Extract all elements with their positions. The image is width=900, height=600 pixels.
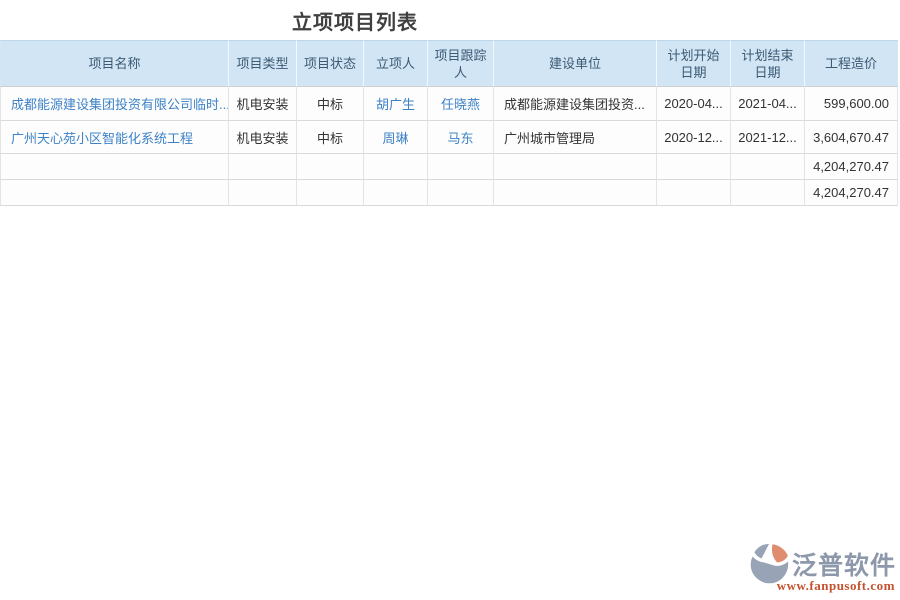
creator-link[interactable]: 胡广生 [376, 97, 415, 112]
col-header-project-cost: 工程造价 [805, 40, 898, 87]
summary-row: 4,204,270.47 [0, 154, 898, 180]
cell-project-name [0, 180, 229, 206]
project-list-table: 项目名称 项目类型 项目状态 立项人 项目跟踪人 建设单位 计划开始日期 计划结… [0, 40, 898, 206]
project-name-link[interactable]: 成都能源建设集团投资有限公司临时... [11, 97, 229, 112]
cell-project-cost: 3,604,670.47 [805, 121, 898, 154]
table-row: 成都能源建设集团投资有限公司临时... 机电安装 中标 胡广生 任晓燕 成都能源… [0, 87, 898, 121]
cell-project-name: 成都能源建设集团投资有限公司临时... [0, 87, 229, 121]
cell-plan-start: 2020-12... [657, 121, 731, 154]
col-header-project-name: 项目名称 [0, 40, 229, 87]
cell-plan-start [657, 180, 731, 206]
col-header-creator: 立项人 [364, 40, 428, 87]
cell-plan-end [731, 180, 805, 206]
cell-project-status [297, 154, 364, 180]
cell-build-unit [494, 154, 657, 180]
fanpu-watermark: 泛普软件 www.fanpusoft.com [748, 542, 896, 594]
cell-project-type: 机电安装 [229, 121, 297, 154]
cell-build-unit [494, 180, 657, 206]
col-header-build-unit: 建设单位 [494, 40, 657, 87]
cell-page-total: 4,204,270.47 [805, 154, 898, 180]
fanpu-brand-text: 泛普软件 [792, 551, 896, 581]
cell-plan-start: 2020-04... [657, 87, 731, 121]
table-header-row: 项目名称 项目类型 项目状态 立项人 项目跟踪人 建设单位 计划开始日期 计划结… [0, 40, 898, 87]
project-name-link[interactable]: 广州天心苑小区智能化系统工程 [11, 131, 193, 146]
cell-tracker: 马东 [428, 121, 494, 154]
summary-row: 4,204,270.47 [0, 180, 898, 206]
col-header-project-status: 项目状态 [297, 40, 364, 87]
cell-plan-end: 2021-04... [731, 87, 805, 121]
cell-build-unit: 广州城市管理局 [494, 121, 657, 154]
col-header-tracker: 项目跟踪人 [428, 40, 494, 87]
cell-plan-start [657, 154, 731, 180]
col-header-plan-start: 计划开始日期 [657, 40, 731, 87]
cell-project-status: 中标 [297, 87, 364, 121]
tracker-link[interactable]: 马东 [447, 131, 473, 146]
cell-grand-total: 4,204,270.47 [805, 180, 898, 206]
cell-tracker [428, 154, 494, 180]
cell-creator: 周琳 [364, 121, 428, 154]
page-title: 立项项目列表 [0, 6, 710, 35]
cell-project-name: 广州天心苑小区智能化系统工程 [0, 121, 229, 154]
fanpu-url-text: www.fanpusoft.com [777, 578, 896, 594]
cell-project-type: 机电安装 [229, 87, 297, 121]
cell-project-status: 中标 [297, 121, 364, 154]
col-header-project-type: 项目类型 [229, 40, 297, 87]
cell-tracker: 任晓燕 [428, 87, 494, 121]
table-row: 广州天心苑小区智能化系统工程 机电安装 中标 周琳 马东 广州城市管理局 202… [0, 121, 898, 154]
cell-project-cost: 599,600.00 [805, 87, 898, 121]
cell-plan-end: 2021-12... [731, 121, 805, 154]
cell-creator: 胡广生 [364, 87, 428, 121]
cell-tracker [428, 180, 494, 206]
cell-project-status [297, 180, 364, 206]
tracker-link[interactable]: 任晓燕 [441, 97, 480, 112]
cell-creator [364, 154, 428, 180]
cell-creator [364, 180, 428, 206]
cell-project-type [229, 180, 297, 206]
cell-plan-end [731, 154, 805, 180]
project-list-page: 立项项目列表 项目名称 项目类型 项目状态 立项人 项目跟踪人 建设单位 计划开… [0, 0, 900, 600]
creator-link[interactable]: 周琳 [382, 131, 408, 146]
cell-project-name [0, 154, 229, 180]
cell-build-unit: 成都能源建设集团投资... [494, 87, 657, 121]
cell-project-type [229, 154, 297, 180]
col-header-plan-end: 计划结束日期 [731, 40, 805, 87]
